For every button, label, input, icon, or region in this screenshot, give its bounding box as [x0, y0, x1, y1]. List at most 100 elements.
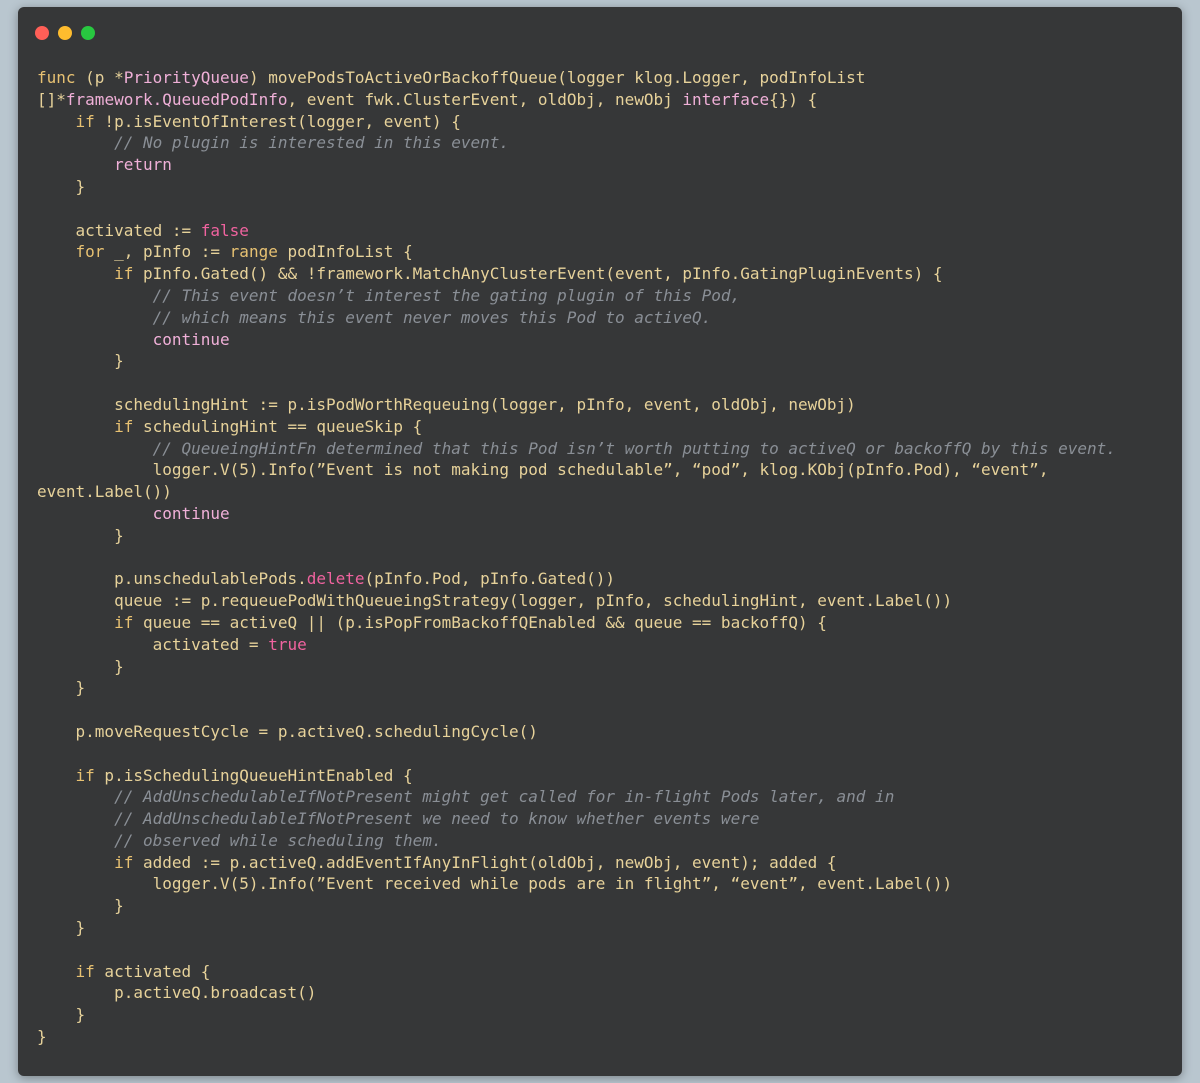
code-token: PriorityQueue	[123, 68, 249, 87]
code-token: queue == activeQ || (p.isPopFromBackoffQ…	[133, 612, 827, 632]
code-line: func (p *PriorityQueue) movePodsToActive…	[37, 67, 1182, 89]
code-line: }	[37, 677, 1182, 699]
code-token: (pInfo.Pod, pInfo.Gated())	[364, 569, 615, 589]
code-token: schedulingHint := p.isPodWorthRequeuing(…	[37, 394, 856, 414]
code-line: }	[37, 350, 1182, 372]
code-block: func (p *PriorityQueue) movePodsToActive…	[37, 67, 1182, 1048]
code-line: if pInfo.Gated() && !framework.MatchAnyC…	[37, 263, 1182, 285]
code-token: // No plugin is interested in this event…	[114, 133, 510, 153]
code-token: schedulingHint == queueSkip {	[133, 416, 423, 436]
code-token: []*	[37, 89, 66, 109]
code-line: // which means this event never moves th…	[37, 307, 1182, 329]
code-token: }	[37, 656, 124, 676]
code-token: true	[268, 634, 307, 654]
code-token: }	[37, 1005, 86, 1025]
code-token: logger.V(5).Info(”Event is not making po…	[37, 460, 1049, 480]
code-line: }	[37, 895, 1182, 917]
code-line: }	[37, 1004, 1182, 1026]
code-token: queue := p.requeuePodWithQueueingStrateg…	[37, 591, 953, 611]
code-line: if schedulingHint == queueSkip {	[37, 416, 1182, 438]
window-controls	[35, 26, 95, 40]
code-token: }	[37, 678, 86, 698]
code-token: p.moveRequestCycle = p.activeQ.schedulin…	[37, 721, 538, 741]
code-token: event.Label())	[37, 482, 172, 502]
code-line: continue	[37, 329, 1182, 351]
code-token: interface	[682, 89, 770, 109]
code-token: false	[200, 220, 249, 240]
code-line: // AddUnschedulableIfNotPresent might ge…	[37, 786, 1182, 808]
code-token: podInfoList {	[277, 242, 413, 262]
code-token: if	[75, 111, 95, 131]
code-token: }	[37, 896, 124, 916]
code-token: if	[75, 961, 95, 981]
code-line: }	[37, 525, 1182, 547]
code-token: pInfo.Gated() && !framework.MatchAnyClus…	[133, 264, 943, 284]
code-line: []*framework.QueuedPodInfo, event fwk.Cl…	[37, 89, 1182, 111]
code-line: if p.isSchedulingQueueHintEnabled {	[37, 765, 1182, 787]
code-window: func (p *PriorityQueue) movePodsToActive…	[18, 7, 1182, 1076]
code-token: (p *	[75, 68, 124, 87]
code-token: framework.QueuedPodInfo	[65, 89, 288, 109]
code-token: // AddUnschedulableIfNotPresent might ge…	[114, 787, 895, 807]
code-token: , event fwk.ClusterEvent, oldObj, newObj	[287, 89, 683, 109]
code-token: if	[114, 264, 134, 284]
code-token: // which means this event never moves th…	[152, 307, 712, 327]
code-line: }	[37, 917, 1182, 939]
code-line: queue := p.requeuePodWithQueueingStrateg…	[37, 590, 1182, 612]
code-line: logger.V(5).Info(”Event is not making po…	[37, 459, 1182, 481]
code-token: for	[75, 242, 105, 262]
code-token: activated :=	[37, 220, 201, 240]
code-token: range	[229, 242, 278, 262]
code-token: logger.V(5).Info(”Event received while p…	[37, 874, 953, 894]
code-token: continue	[152, 329, 230, 349]
code-token: }	[37, 1027, 47, 1047]
code-line: if added := p.activeQ.addEventIfAnyInFli…	[37, 852, 1182, 874]
code-line: activated = true	[37, 634, 1182, 656]
code-token: delete	[306, 569, 365, 589]
code-token: // This event doesn’t interest the gatin…	[152, 285, 741, 305]
code-token: {}) {	[769, 89, 818, 109]
code-line: // This event doesn’t interest the gatin…	[37, 285, 1182, 307]
code-token: if	[75, 765, 95, 785]
code-line: // QueueingHintFn determined that this P…	[37, 438, 1182, 460]
code-token: return	[114, 155, 172, 175]
code-token: }	[37, 525, 124, 545]
code-line: for _, pInfo := range podInfoList {	[37, 241, 1182, 263]
close-button[interactable]	[35, 26, 49, 40]
code-line: p.moveRequestCycle = p.activeQ.schedulin…	[37, 721, 1182, 743]
code-token: continue	[152, 503, 230, 523]
code-token: if	[114, 612, 134, 632]
code-line: schedulingHint := p.isPodWorthRequeuing(…	[37, 394, 1182, 416]
code-line: // observed while scheduling them.	[37, 830, 1182, 852]
code-line: if !p.isEventOfInterest(logger, event) {	[37, 111, 1182, 133]
minimize-button[interactable]	[58, 26, 72, 40]
code-token: // observed while scheduling them.	[114, 830, 442, 850]
code-line: activated := false	[37, 220, 1182, 242]
code-token: p.unschedulablePods.	[37, 569, 307, 589]
code-line: if activated {	[37, 961, 1182, 983]
maximize-button[interactable]	[81, 26, 95, 40]
code-line: continue	[37, 503, 1182, 525]
code-token: added := p.activeQ.addEventIfAnyInFlight…	[133, 852, 837, 872]
code-token: activated {	[94, 961, 211, 981]
code-token: _, pInfo :=	[104, 242, 230, 262]
code-token: }	[37, 176, 86, 196]
